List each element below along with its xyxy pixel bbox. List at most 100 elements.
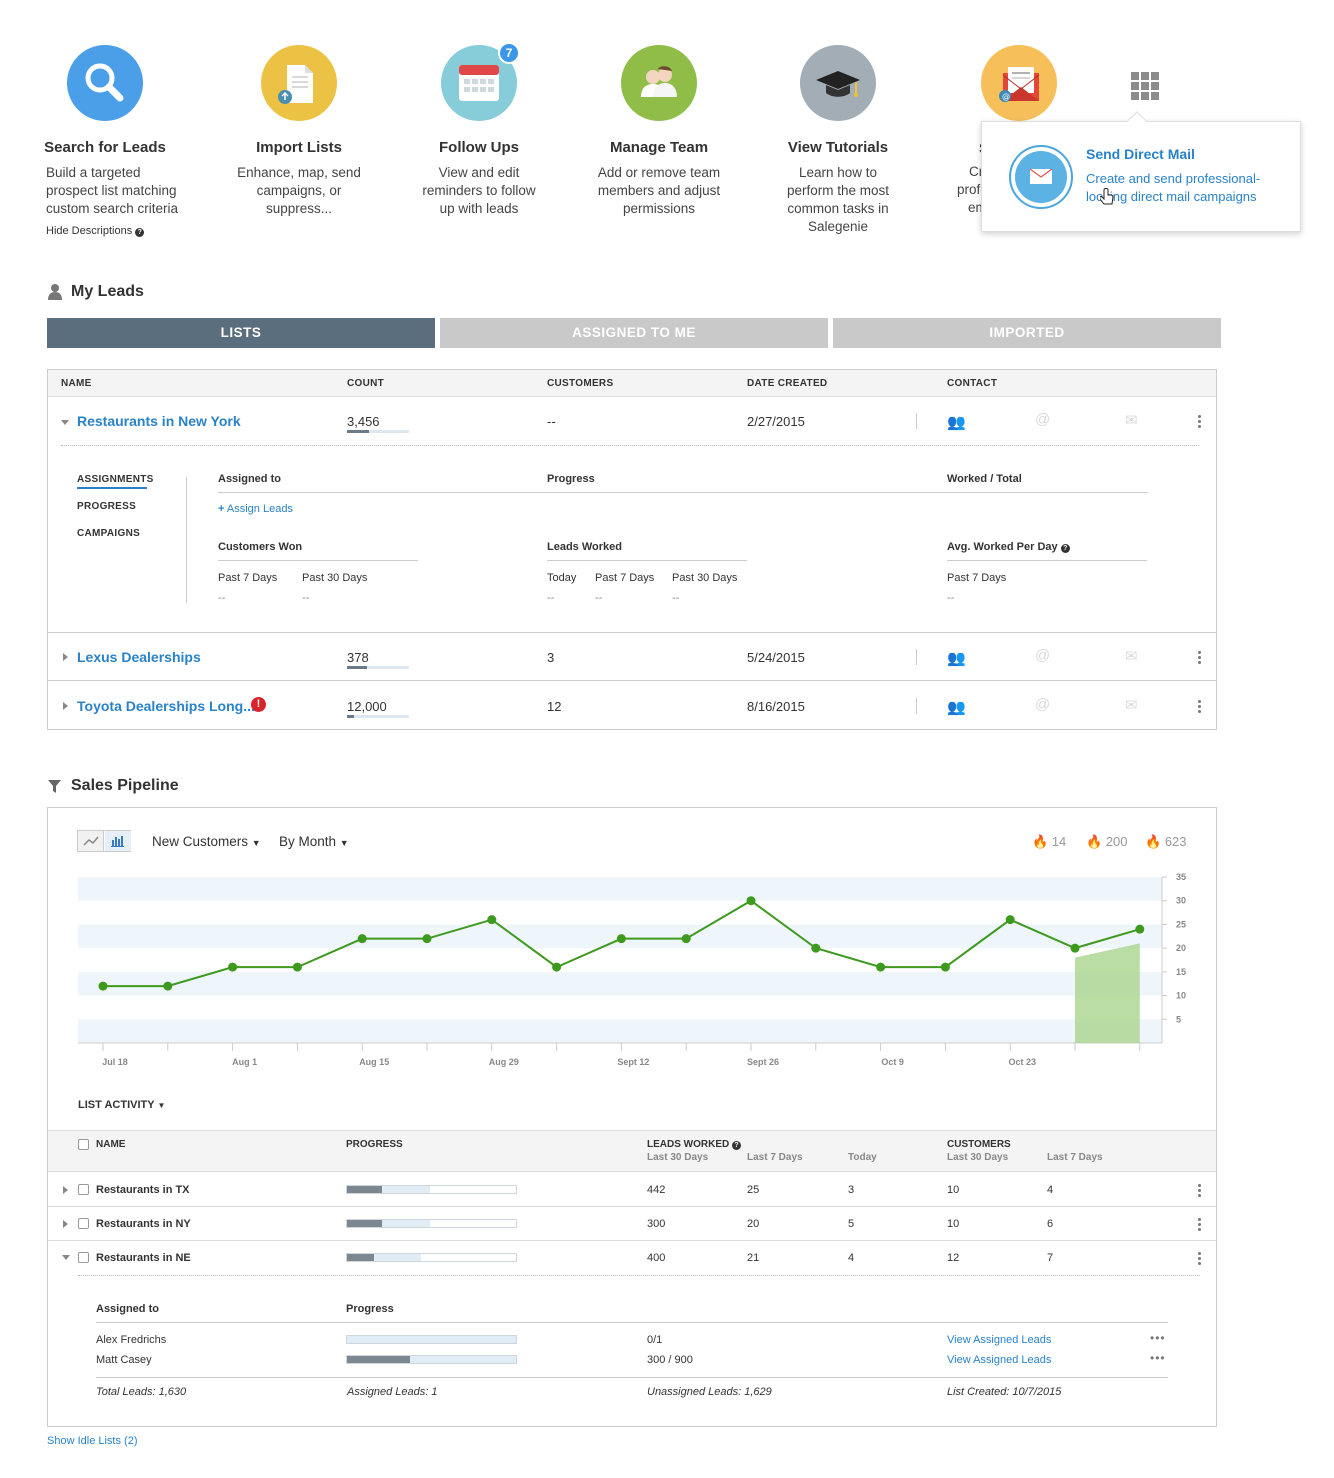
popover-desc[interactable]: Create and send professional-looking dir…	[1086, 170, 1286, 206]
empty-value: --	[547, 592, 555, 604]
show-idle-lists-link[interactable]: Show Idle Lists (2)	[47, 1435, 137, 1447]
metric-dropdown[interactable]: New Customers ▼	[152, 834, 261, 849]
stat-warm-value: 200	[1105, 834, 1128, 849]
bar-chart-icon[interactable]	[105, 831, 131, 851]
activity-list-name[interactable]: Restaurants in TX	[96, 1184, 190, 1196]
hub-search-for-leads[interactable]: Search for Leads	[5, 45, 205, 156]
email-at-icon[interactable]: @	[1035, 411, 1050, 428]
progress-header: Progress	[547, 473, 595, 485]
popover-title[interactable]: Send Direct Mail	[1086, 146, 1195, 162]
list-activity-dropdown[interactable]: LIST ACTIVITY ▼	[78, 1099, 165, 1111]
col-c-last7[interactable]: Last 7 Days	[1047, 1152, 1103, 1163]
row-menu-icon[interactable]	[1198, 415, 1201, 430]
grid-band	[78, 1019, 1162, 1043]
col-customers[interactable]: CUSTOMERS	[947, 1139, 1011, 1150]
hub-manage-team[interactable]: Manage Team Add or remove team members a…	[559, 45, 759, 218]
assign-leads-link[interactable]: + Assign Leads	[218, 503, 293, 515]
row-checkbox[interactable]	[78, 1184, 89, 1195]
flame-red-icon: 🔥	[1032, 834, 1049, 849]
data-point	[98, 981, 108, 991]
data-point	[746, 896, 756, 906]
email-at-icon[interactable]: @	[1035, 696, 1050, 713]
contact-divider	[916, 413, 917, 429]
help-icon[interactable]: ?	[732, 1141, 742, 1150]
direct-mail-popover[interactable]: Send Direct Mail Create and send profess…	[981, 111, 1301, 232]
view-assigned-leads-link[interactable]: View Assigned Leads	[947, 1334, 1051, 1346]
mail-envelope-icon[interactable]: ✉	[1125, 647, 1138, 665]
row-menu-icon[interactable]	[1198, 1184, 1201, 1199]
tab-lists[interactable]: LISTS	[47, 318, 435, 348]
col-contact[interactable]: CONTACT	[947, 378, 997, 389]
hub-import-lists[interactable]: Import Lists Enhance, map, send campaign…	[199, 45, 399, 218]
expand-caret[interactable]	[63, 1220, 68, 1228]
period-label: By Month	[279, 834, 337, 849]
collapse-caret[interactable]	[61, 420, 69, 425]
hub-follow-ups[interactable]: 7 Follow Ups View and edit reminders to …	[379, 42, 579, 218]
people-contact-icon[interactable]: 👥	[947, 413, 966, 431]
col-lw-last30[interactable]: Last 30 Days	[647, 1152, 708, 1163]
tab-assigned-to-me[interactable]: ASSIGNED TO ME	[440, 318, 828, 348]
col-lw-today[interactable]: Today	[848, 1152, 877, 1163]
x-tick-label: Aug 29	[489, 1057, 519, 1067]
col-progress[interactable]: PROGRESS	[346, 1139, 403, 1150]
activity-c7: 6	[1047, 1218, 1054, 1230]
list-name-link[interactable]: Restaurants in New York	[77, 413, 241, 429]
tab-imported[interactable]: IMPORTED	[833, 318, 1221, 348]
y-tick-label: 30	[1176, 896, 1186, 906]
col-lw-last7[interactable]: Last 7 Days	[747, 1152, 803, 1163]
list-name-link[interactable]: Lexus Dealerships	[77, 649, 201, 665]
col-count[interactable]: COUNT	[347, 378, 384, 389]
date-value: 2/27/2015	[747, 414, 805, 429]
col-c-last30[interactable]: Last 30 Days	[947, 1152, 1008, 1163]
col-date-created[interactable]: DATE CREATED	[747, 378, 827, 389]
x-tick-label: Oct 9	[881, 1057, 904, 1067]
col-name[interactable]: NAME	[96, 1139, 125, 1150]
more-options-icon[interactable]: •••	[1150, 1351, 1166, 1365]
view-assigned-leads-link[interactable]: View Assigned Leads	[947, 1354, 1051, 1366]
sales-chart: 5 10 15 20 25 30 35 Jul 18 Aug 1 Aug 15 Aug 29 Sept…	[78, 872, 1186, 1067]
activity-c30: 12	[947, 1252, 960, 1264]
people-contact-icon[interactable]: 👥	[947, 698, 966, 716]
data-point	[1005, 915, 1015, 925]
expand-caret[interactable]	[63, 653, 68, 661]
side-tab-progress[interactable]: PROGRESS	[77, 501, 136, 512]
select-all-checkbox[interactable]	[78, 1139, 89, 1150]
hide-descriptions-link[interactable]: Hide Descriptions ?	[46, 225, 145, 237]
chart-type-toggle[interactable]	[77, 830, 131, 852]
help-icon[interactable]: ?	[1060, 544, 1070, 553]
expand-caret[interactable]	[63, 702, 68, 710]
collapse-caret[interactable]	[62, 1255, 70, 1260]
empty-value: --	[595, 592, 603, 604]
hub-title: Follow Ups	[439, 139, 519, 156]
expand-caret[interactable]	[63, 1186, 68, 1194]
hub-view-tutorials[interactable]: View Tutorials Learn how to perform the …	[738, 45, 938, 236]
list-name-link[interactable]: Toyota Dealerships Long...	[77, 698, 255, 714]
row-menu-icon[interactable]	[1198, 1252, 1201, 1267]
col-name[interactable]: NAME	[61, 378, 92, 389]
hub-direct-mail[interactable]: @	[981, 45, 1057, 121]
row-menu-icon[interactable]	[1198, 700, 1201, 715]
more-options-icon[interactable]: •••	[1150, 1331, 1166, 1345]
side-tab-campaigns[interactable]: CAMPAIGNS	[77, 528, 140, 539]
activity-list-name[interactable]: Restaurants in NE	[96, 1252, 191, 1264]
activity-list-name[interactable]: Restaurants in NY	[96, 1218, 191, 1230]
row-checkbox[interactable]	[78, 1218, 89, 1229]
apps-grid-icon[interactable]	[1131, 72, 1160, 101]
side-tab-assignments[interactable]: ASSIGNMENTS	[77, 474, 154, 485]
data-point	[163, 981, 173, 991]
count-bar	[347, 430, 409, 433]
avg-worked-line	[947, 560, 1147, 561]
col-leads-worked[interactable]: LEADS WORKED ?	[647, 1139, 742, 1150]
email-at-icon[interactable]: @	[1035, 647, 1050, 664]
people-contact-icon[interactable]: 👥	[947, 649, 966, 667]
row-menu-icon[interactable]	[1198, 651, 1201, 666]
line-chart-icon[interactable]	[78, 831, 104, 851]
mail-envelope-icon[interactable]: ✉	[1125, 696, 1138, 714]
direct-mail-icon	[1009, 145, 1073, 209]
row-checkbox[interactable]	[78, 1252, 89, 1263]
row-menu-icon[interactable]	[1198, 1218, 1201, 1233]
count-value: 12,000	[347, 699, 387, 714]
period-dropdown[interactable]: By Month ▼	[279, 834, 349, 849]
col-customers[interactable]: CUSTOMERS	[547, 378, 613, 389]
mail-envelope-icon[interactable]: ✉	[1125, 411, 1138, 429]
